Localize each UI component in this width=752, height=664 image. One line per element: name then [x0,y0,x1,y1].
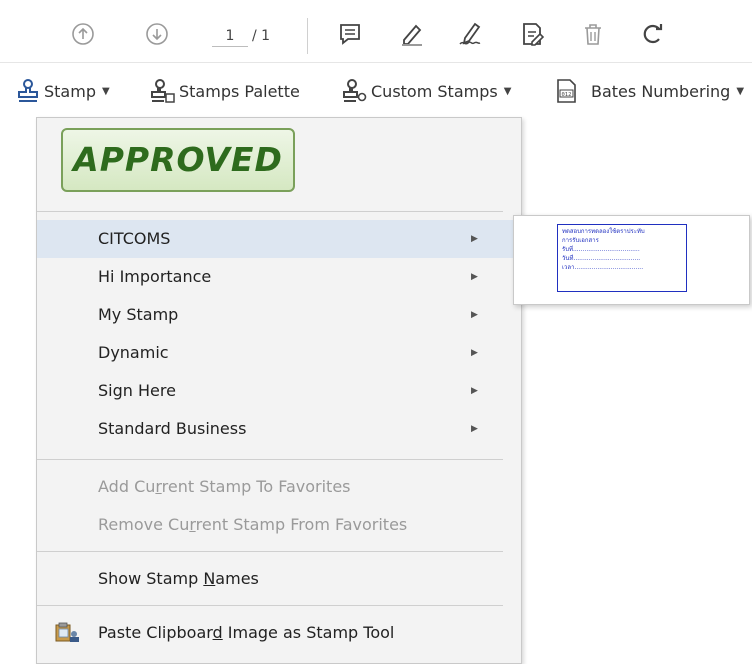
menu-divider [37,211,503,212]
menu-item-label: My Stamp [98,305,179,324]
stamp-toolbar: Stamp ▼ Stamps Palette Custom Stamps ▼ 0… [0,62,752,121]
menu-item-label: Hi Importance [98,267,212,286]
chevron-right-icon: ▶ [471,310,478,320]
bates-numbering-icon: 012 [557,79,576,103]
top-toolbar: 1 / 1 [0,0,752,62]
menu-item-citcoms[interactable]: CITCOMS ▶ [37,220,519,258]
menu-item-label: Sign Here [98,381,176,400]
menu-item-label: Standard Business [98,419,247,438]
delete-icon[interactable] [577,18,609,50]
approved-stamp-text: APPROVED [61,128,295,192]
stamp-dropdown-button[interactable]: Stamp ▼ [16,77,110,105]
page-total: / 1 [252,28,271,44]
chevron-right-icon: ▶ [471,234,478,244]
citcoms-stamp-preview[interactable]: ทดสอบการทดลองใช้ตราประทับ การรับเอกสาร ร… [557,224,687,292]
menu-item-label: Paste Clipboard Image as Stamp Tool [98,623,395,642]
stamp-label: Stamp [44,81,96,101]
page-down-icon[interactable] [141,18,173,50]
edit-document-icon[interactable] [516,18,548,50]
chevron-down-icon: ▼ [101,85,110,97]
page-number-input[interactable]: 1 [212,26,248,47]
custom-stamps-label: Custom Stamps [371,81,498,101]
stamp-line: รับที่..................................… [562,246,640,253]
toolbar-divider [307,18,308,54]
menu-item-label: Show Stamp Names [98,569,259,588]
menu-item-sign-here[interactable]: Sign Here ▶ [37,372,519,410]
stamp-line: ทดสอบการทดลองใช้ตราประทับ [562,228,645,235]
menu-item-label: Remove Current Stamp From Favorites [98,515,408,534]
chevron-right-icon: ▶ [471,386,478,396]
show-stamp-names-item[interactable]: Show Stamp Names [37,560,519,598]
menu-divider [37,551,503,552]
chevron-right-icon: ▶ [471,424,478,434]
stamp-line: การรับเอกสาร [562,237,599,244]
stamps-palette-label: Stamps Palette [179,81,300,101]
chevron-right-icon: ▶ [471,348,478,358]
menu-item-dynamic[interactable]: Dynamic ▶ [37,334,519,372]
menu-item-hi-importance[interactable]: Hi Importance ▶ [37,258,519,296]
comment-icon[interactable] [334,18,366,50]
paste-clipboard-image-item[interactable]: Paste Clipboard Image as Stamp Tool [37,614,519,652]
stamps-palette-icon [151,79,175,103]
rotate-icon[interactable] [637,18,669,50]
bates-numbering-label: Bates Numbering [591,81,731,101]
menu-item-label: CITCOMS [98,229,171,248]
approved-stamp-favorite[interactable]: APPROVED [61,128,295,192]
menu-divider [37,459,503,460]
citcoms-submenu: ทดสอบการทดลองใช้ตราประทับ การรับเอกสาร ร… [513,215,750,305]
remove-from-favorites-item[interactable]: Remove Current Stamp From Favorites [37,506,519,544]
menu-item-standard-business[interactable]: Standard Business ▶ [37,410,519,448]
stamp-line: เวลา.................................... [562,264,644,271]
chevron-down-icon: ▼ [736,85,745,97]
menu-divider [37,605,503,606]
clipboard-stamp-icon [55,622,79,642]
menu-item-label: Add Current Stamp To Favorites [98,477,351,496]
custom-stamps-button[interactable]: Custom Stamps ▼ [341,77,511,105]
sign-icon[interactable] [456,18,488,50]
highlight-pen-icon[interactable] [396,18,428,50]
svg-text:012: 012 [562,92,572,98]
menu-item-my-stamp[interactable]: My Stamp ▶ [37,296,519,334]
add-to-favorites-item[interactable]: Add Current Stamp To Favorites [37,468,519,506]
page-up-icon[interactable] [67,18,99,50]
stamp-dropdown-menu: APPROVED CITCOMS ▶ Hi Importance ▶ My St… [36,117,522,664]
chevron-down-icon: ▼ [503,85,512,97]
chevron-right-icon: ▶ [471,272,478,282]
stamps-palette-button[interactable]: Stamps Palette [149,77,300,105]
menu-item-label: Dynamic [98,343,169,362]
bates-numbering-button[interactable]: 012 Bates Numbering ▼ [555,77,744,105]
stamp-icon [18,79,38,102]
stamp-line: วันที่..................................… [562,255,641,262]
custom-stamps-icon [343,79,367,102]
